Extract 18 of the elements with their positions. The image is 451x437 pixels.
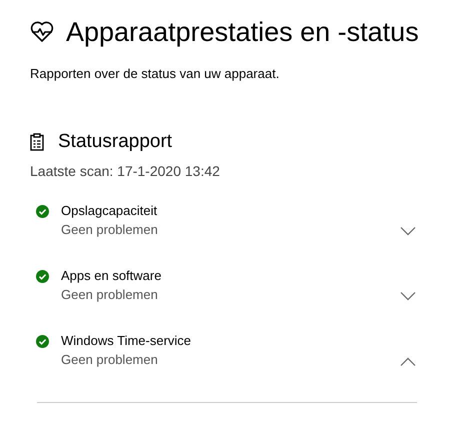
page-title: Apparaatprestaties en -status (66, 16, 419, 49)
item-status: Geen problemen (61, 287, 159, 302)
heart-pulse-icon (30, 21, 54, 43)
clipboard-icon (30, 133, 44, 151)
item-title: Opslagcapaciteit (61, 203, 158, 218)
chevron-up-icon[interactable] (400, 357, 416, 366)
item-title: Apps en software (61, 268, 162, 283)
last-scan-text: Laatste scan: 17-1-2020 13:42 (30, 163, 221, 179)
item-status: Geen problemen (61, 352, 159, 367)
check-circle-icon (36, 335, 49, 348)
page-subtitle: Rapporten over de status van uw apparaat. (30, 66, 280, 81)
section-title: Statusrapport (58, 131, 172, 153)
check-circle-icon (36, 270, 49, 283)
item-title: Windows Time-service (61, 333, 192, 348)
item-status: Geen problemen (61, 222, 159, 237)
chevron-down-icon[interactable] (400, 227, 416, 236)
check-circle-icon (36, 205, 49, 218)
chevron-down-icon[interactable] (400, 292, 416, 301)
